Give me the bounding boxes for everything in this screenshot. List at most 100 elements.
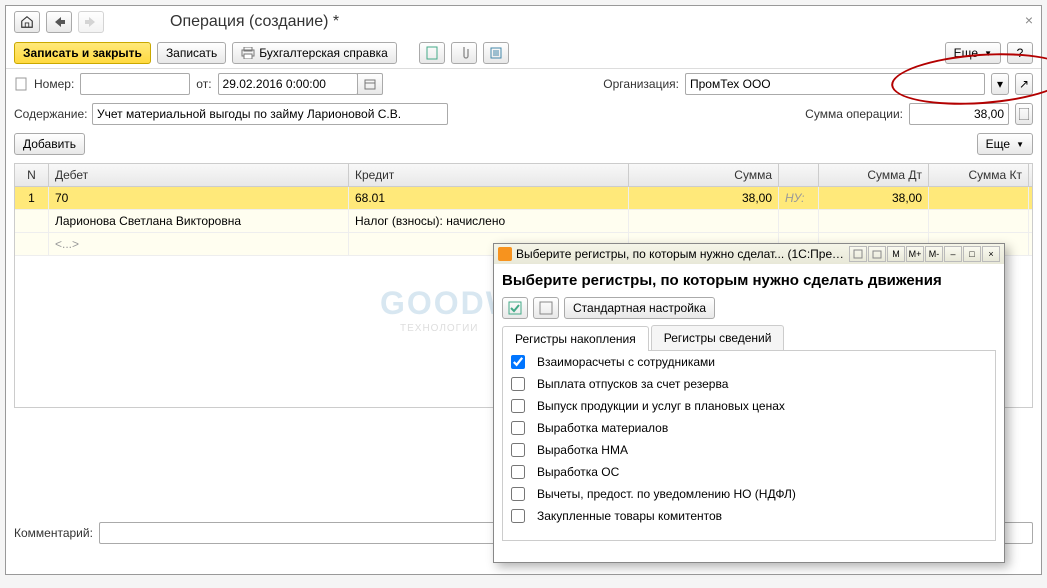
close-button[interactable]: × bbox=[1025, 12, 1033, 28]
date-picker-button[interactable] bbox=[357, 73, 383, 95]
standard-settings-button[interactable]: Стандартная настройка bbox=[564, 297, 715, 319]
document-icon bbox=[14, 77, 28, 91]
check-all-button[interactable] bbox=[502, 297, 528, 319]
main-toolbar: Записать и закрыть Записать Бухгалтерска… bbox=[6, 38, 1041, 69]
org-input[interactable] bbox=[685, 73, 985, 95]
date-input[interactable] bbox=[218, 73, 358, 95]
printer-icon bbox=[241, 47, 255, 59]
print-reference-button[interactable]: Бухгалтерская справка bbox=[232, 42, 397, 64]
dlg-maximize[interactable]: □ bbox=[963, 246, 981, 262]
register-checkbox[interactable] bbox=[511, 421, 525, 435]
calendar-icon bbox=[364, 78, 376, 90]
dlg-close[interactable]: × bbox=[982, 246, 1000, 262]
register-checkbox[interactable] bbox=[511, 355, 525, 369]
app-icon bbox=[498, 247, 512, 261]
register-checkbox[interactable] bbox=[511, 377, 525, 391]
org-label: Организация: bbox=[603, 77, 679, 91]
number-input[interactable] bbox=[80, 73, 190, 95]
table-toolbar: Добавить Еще ▼ bbox=[6, 129, 1041, 159]
tab-info[interactable]: Регистры сведений bbox=[651, 325, 785, 350]
page-title: Операция (создание) * bbox=[170, 13, 339, 31]
register-checkbox[interactable] bbox=[511, 509, 525, 523]
table-more-button[interactable]: Еще ▼ bbox=[977, 133, 1033, 155]
registers-dialog: Выберите регистры, по которым нужно сдел… bbox=[493, 243, 1005, 563]
registers-list[interactable]: Взаиморасчеты с сотрудниками Выплата отпу… bbox=[502, 351, 996, 541]
sum-calc-button[interactable] bbox=[1015, 103, 1033, 125]
dlg-btn-2[interactable] bbox=[868, 246, 886, 262]
org-open-button[interactable]: ↗ bbox=[1015, 73, 1033, 95]
register-label: Выработка НМА bbox=[537, 443, 628, 457]
register-item[interactable]: Взаиморасчеты с сотрудниками bbox=[503, 351, 995, 373]
list-icon-button[interactable] bbox=[483, 42, 509, 64]
arrow-right-icon bbox=[85, 17, 97, 27]
col-sum-dt[interactable]: Сумма Дт bbox=[819, 164, 929, 186]
arrow-left-icon bbox=[53, 17, 65, 27]
calendar-icon bbox=[872, 249, 882, 259]
sum-input[interactable] bbox=[909, 103, 1009, 125]
attach-button[interactable] bbox=[451, 42, 477, 64]
dialog-tabs: Регистры накопления Регистры сведений bbox=[502, 325, 996, 351]
register-item[interactable]: Выработка НМА bbox=[503, 439, 995, 461]
register-item[interactable]: Выработка материалов bbox=[503, 417, 995, 439]
register-checkbox[interactable] bbox=[511, 487, 525, 501]
help-button[interactable]: ? bbox=[1007, 42, 1033, 64]
more-button[interactable]: Еще ▼ bbox=[945, 42, 1001, 64]
comment-label: Комментарий: bbox=[14, 526, 93, 540]
table-row[interactable]: 1 70 68.01 38,00 НУ: 38,00 bbox=[15, 187, 1032, 210]
org-dropdown-button[interactable]: ▾ bbox=[991, 73, 1009, 95]
document-icon bbox=[426, 46, 438, 60]
register-label: Вычеты, предост. по уведомлению НО (НДФЛ… bbox=[537, 487, 796, 501]
dlg-btn-1[interactable] bbox=[849, 246, 867, 262]
uncheck-all-button[interactable] bbox=[533, 297, 559, 319]
dialog-toolbar: Стандартная настройка bbox=[502, 297, 996, 319]
from-label: от: bbox=[196, 77, 211, 91]
register-label: Выработка ОС bbox=[537, 465, 619, 479]
chevron-down-icon: ▼ bbox=[1016, 140, 1024, 149]
register-item[interactable]: Выпуск продукции и услуг в плановых цена… bbox=[503, 395, 995, 417]
dlg-minimize[interactable]: ‒ bbox=[944, 246, 962, 262]
save-button[interactable]: Записать bbox=[157, 42, 226, 64]
calculator-icon bbox=[1019, 108, 1029, 120]
register-item[interactable]: Выплата отпусков за счет резерва bbox=[503, 373, 995, 395]
col-credit[interactable]: Кредит bbox=[349, 164, 629, 186]
register-item[interactable]: Выработка ОС bbox=[503, 461, 995, 483]
row-content-sum: Содержание: Сумма операции: bbox=[6, 99, 1041, 129]
register-label: Выпуск продукции и услуг в плановых цена… bbox=[537, 399, 785, 413]
doc-icon-button[interactable] bbox=[419, 42, 445, 64]
register-checkbox[interactable] bbox=[511, 443, 525, 457]
content-input[interactable] bbox=[92, 103, 448, 125]
register-item[interactable]: Вычеты, предост. по уведомлению НО (НДФЛ… bbox=[503, 483, 995, 505]
table-header: N Дебет Кредит Сумма Сумма Дт Сумма Кт bbox=[15, 164, 1032, 187]
dlg-btn-m[interactable]: M bbox=[887, 246, 905, 262]
register-label: Выработка материалов bbox=[537, 421, 668, 435]
table-row[interactable]: Ларионова Светлана Викторовна Налог (взн… bbox=[15, 210, 1032, 233]
register-label: Закупленные товары комитентов bbox=[537, 509, 722, 523]
col-sum-kt[interactable]: Сумма Кт bbox=[929, 164, 1029, 186]
register-item[interactable]: Закупленные товары комитентов bbox=[503, 505, 995, 527]
home-icon bbox=[20, 15, 34, 29]
uncheck-all-icon bbox=[539, 301, 553, 315]
tab-accumulation[interactable]: Регистры накопления bbox=[502, 326, 649, 351]
register-checkbox[interactable] bbox=[511, 399, 525, 413]
back-button[interactable] bbox=[46, 11, 72, 33]
check-all-icon bbox=[508, 301, 522, 315]
dialog-heading: Выберите регистры, по которым нужно сдел… bbox=[502, 272, 996, 289]
dlg-btn-mplus[interactable]: M+ bbox=[906, 246, 924, 262]
col-sum[interactable]: Сумма bbox=[629, 164, 779, 186]
chevron-down-icon: ▼ bbox=[984, 49, 992, 58]
number-label: Номер: bbox=[34, 77, 74, 91]
dlg-btn-mminus[interactable]: M- bbox=[925, 246, 943, 262]
content-label: Содержание: bbox=[14, 107, 86, 121]
col-debit[interactable]: Дебет bbox=[49, 164, 349, 186]
forward-button[interactable] bbox=[78, 11, 104, 33]
register-checkbox[interactable] bbox=[511, 465, 525, 479]
save-and-close-button[interactable]: Записать и закрыть bbox=[14, 42, 151, 64]
titlebar: Операция (создание) * × bbox=[6, 6, 1041, 38]
dialog-title: Выберите регистры, по которым нужно сдел… bbox=[516, 247, 845, 261]
calculator-icon bbox=[853, 249, 863, 259]
add-row-button[interactable]: Добавить bbox=[14, 133, 85, 155]
row-number-date: Номер: от: Организация: ▾ ↗ bbox=[6, 69, 1041, 99]
col-n[interactable]: N bbox=[15, 164, 49, 186]
register-label: Выплата отпусков за счет резерва bbox=[537, 377, 728, 391]
home-button[interactable] bbox=[14, 11, 40, 33]
